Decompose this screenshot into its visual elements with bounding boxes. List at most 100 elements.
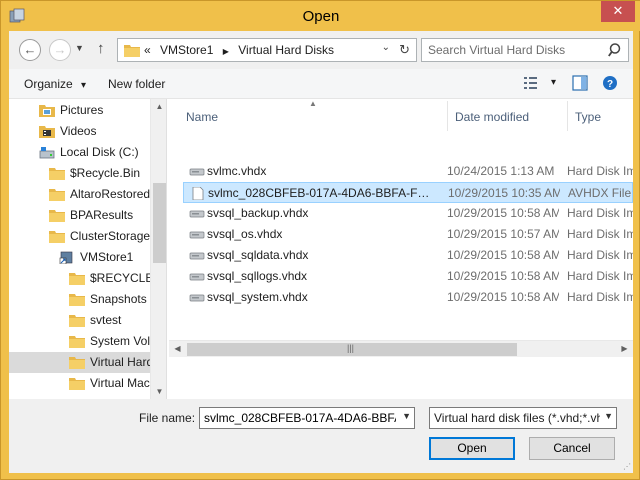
file-name: svsql_os.vhdx — [207, 227, 283, 241]
file-icon — [192, 187, 204, 200]
folder-icon — [49, 189, 65, 201]
scroll-left-icon[interactable]: ◀ — [169, 344, 186, 353]
file-row[interactable]: svsql_backup.vhdx 10/29/2015 10:58 AM Ha… — [183, 203, 633, 224]
file-row[interactable]: svsql_system.vhdx 10/29/2015 10:58 AM Ha… — [183, 287, 633, 308]
file-list-scroll-thumb[interactable]: ||| — [187, 343, 517, 356]
new-folder-button[interactable]: New folder — [108, 77, 165, 91]
search-icon[interactable] — [608, 42, 624, 58]
file-name-input[interactable] — [200, 408, 396, 428]
file-type-select[interactable]: Virtual hard disk files (*.vhd;*.vhdx;*.… — [429, 407, 617, 429]
sidebar-item-label: VMStore1 — [80, 250, 134, 264]
file-row[interactable]: svlmc.vhdx 10/24/2015 1:13 AM Hard Disk … — [183, 161, 633, 182]
column-header-type[interactable]: Type — [575, 99, 601, 133]
column-header-name[interactable]: Name — [186, 99, 218, 133]
file-name: svlmc.vhdx — [207, 164, 267, 178]
navigation-bar: ← → ▼ ↑ « VMStore1 ▶ Virtual Hard Disks … — [9, 31, 633, 69]
sidebar-item-system-volume-information[interactable]: System Volume Information — [9, 331, 166, 352]
preview-pane-icon[interactable] — [572, 75, 588, 91]
sidebar-scroll-thumb[interactable] — [153, 183, 166, 263]
open-button[interactable]: Open — [429, 437, 515, 460]
sidebar-item-altarorestored[interactable]: AltaroRestored — [9, 184, 150, 205]
organize-label: Organize — [24, 77, 73, 91]
search-input[interactable] — [422, 39, 606, 61]
sidebar-item-vmstore1[interactable]: VMStore1 — [9, 247, 149, 268]
breadcrumb-separator-icon[interactable]: ▶ — [223, 47, 229, 56]
file-date: 10/29/2015 10:58 AM — [447, 290, 559, 304]
sidebar-item-label: ClusterStorage — [70, 229, 151, 243]
forward-button[interactable]: → — [49, 39, 71, 61]
resize-grip-icon[interactable]: ⋰ — [623, 462, 631, 471]
sidebar-item-bparesults[interactable]: BPAResults — [9, 205, 149, 226]
recent-locations-dropdown-icon[interactable]: ▼ — [75, 43, 84, 53]
refresh-icon[interactable]: ↻ — [399, 42, 410, 58]
close-button[interactable]: ✕ — [601, 1, 635, 22]
sidebar-item-videos[interactable]: Videos — [9, 121, 149, 142]
chevron-down-icon[interactable]: ▼ — [604, 411, 613, 421]
file-name: svsql_sqllogs.vhdx — [207, 269, 308, 283]
drive-icon — [39, 147, 55, 159]
column-divider[interactable] — [567, 101, 568, 131]
scroll-down-icon[interactable]: ▼ — [151, 387, 166, 396]
address-bar[interactable]: « VMStore1 ▶ Virtual Hard Disks ⌄ ↻ — [117, 38, 417, 62]
file-type-value: Virtual hard disk files (*.vhd;*.vhdx;*.… — [434, 411, 600, 425]
file-row[interactable]: svsql_os.vhdx 10/29/2015 10:57 AM Hard D… — [183, 224, 633, 245]
address-breadcrumb: « VMStore1 ▶ Virtual Hard Disks — [144, 43, 340, 57]
sidebar-item-virtual-machines[interactable]: Virtual Machines — [9, 373, 166, 394]
window-title: Open — [302, 8, 340, 25]
column-divider[interactable] — [447, 101, 448, 131]
breadcrumb-overflow-icon[interactable]: « — [144, 43, 151, 57]
sidebar-item-recycle-bin-upper[interactable]: $RECYCLE.BIN — [9, 268, 166, 289]
file-type: Hard Disk Image File — [567, 269, 633, 283]
organize-button[interactable]: Organize ▾ — [24, 77, 86, 91]
sidebar-item-recycle-bin[interactable]: $Recycle.Bin — [9, 163, 149, 184]
file-type: Hard Disk Image File — [567, 206, 633, 220]
breadcrumb-vmstore1[interactable]: VMStore1 — [160, 43, 213, 57]
scroll-right-icon[interactable]: ▶ — [616, 344, 633, 353]
file-date: 10/29/2015 10:58 AM — [447, 248, 559, 262]
videos-icon — [39, 126, 55, 138]
file-type: Hard Disk Image File — [567, 227, 633, 241]
up-button[interactable]: ↑ — [97, 40, 105, 57]
file-date: 10/29/2015 10:58 AM — [447, 206, 559, 220]
file-row[interactable]: svlmc_028CBFEB-017A-4DA6-BBFA-F7A0... 10… — [183, 182, 633, 203]
column-header-date[interactable]: Date modified — [455, 99, 529, 133]
change-view-icon[interactable] — [523, 75, 539, 91]
breadcrumb-virtual-hard-disks[interactable]: Virtual Hard Disks — [238, 43, 334, 57]
file-name-label: File name: — [139, 411, 196, 425]
file-name: svsql_backup.vhdx — [207, 206, 309, 220]
folder-icon — [124, 45, 140, 57]
open-dialog: Open ✕ ← → ▼ ↑ « VMStore1 ▶ Virtual Hard… — [0, 0, 640, 480]
navigation-pane: Pictures Videos Local Disk (C:) $Recycle… — [9, 99, 167, 399]
sidebar-scrollbar[interactable]: ▲ ▼ — [150, 99, 166, 399]
file-name-combobox[interactable]: ▼ — [199, 407, 415, 429]
file-date: 10/29/2015 10:57 AM — [447, 227, 559, 241]
folder-icon — [69, 357, 85, 369]
chevron-down-icon[interactable]: ▼ — [402, 411, 411, 421]
help-icon[interactable]: ? — [602, 75, 618, 91]
file-name: svsql_system.vhdx — [207, 290, 308, 304]
view-options-arrow-icon[interactable]: ▾ — [551, 77, 556, 88]
sidebar-item-local-disk[interactable]: Local Disk (C:) — [9, 142, 149, 163]
sidebar-item-pictures[interactable]: Pictures — [9, 100, 149, 121]
back-button[interactable]: ← — [19, 39, 41, 61]
file-list-scrollbar[interactable]: ◀ ||| ▶ — [169, 340, 633, 357]
sidebar-item-clusterstorage[interactable]: ClusterStorage — [9, 226, 151, 247]
sidebar-item-snapshots[interactable]: Snapshots — [9, 289, 149, 310]
search-box[interactable] — [421, 38, 629, 62]
file-row[interactable]: svsql_sqllogs.vhdx 10/29/2015 10:58 AM H… — [183, 266, 633, 287]
sidebar-item-virtual-hard-disks[interactable]: Virtual Hard Disks — [9, 352, 166, 373]
disk-icon — [189, 168, 205, 176]
sidebar-item-label: $Recycle.Bin — [70, 166, 141, 180]
cancel-button[interactable]: Cancel — [529, 437, 615, 460]
address-dropdown-icon[interactable]: ⌄ — [382, 42, 390, 53]
disk-icon — [189, 210, 205, 218]
file-date: 10/29/2015 10:58 AM — [447, 269, 559, 283]
disk-icon — [189, 273, 205, 281]
file-name: svlmc_028CBFEB-017A-4DA6-BBFA-F7A0... — [208, 186, 436, 200]
sidebar-item-label: svtest — [90, 313, 122, 327]
scroll-up-icon[interactable]: ▲ — [151, 102, 166, 111]
file-row[interactable]: svsql_sqldata.vhdx 10/29/2015 10:58 AM H… — [183, 245, 633, 266]
sidebar-item-svtest[interactable]: svtest — [9, 310, 149, 331]
title-bar[interactable]: Open ✕ — [1, 1, 640, 31]
disk-icon — [189, 231, 205, 239]
